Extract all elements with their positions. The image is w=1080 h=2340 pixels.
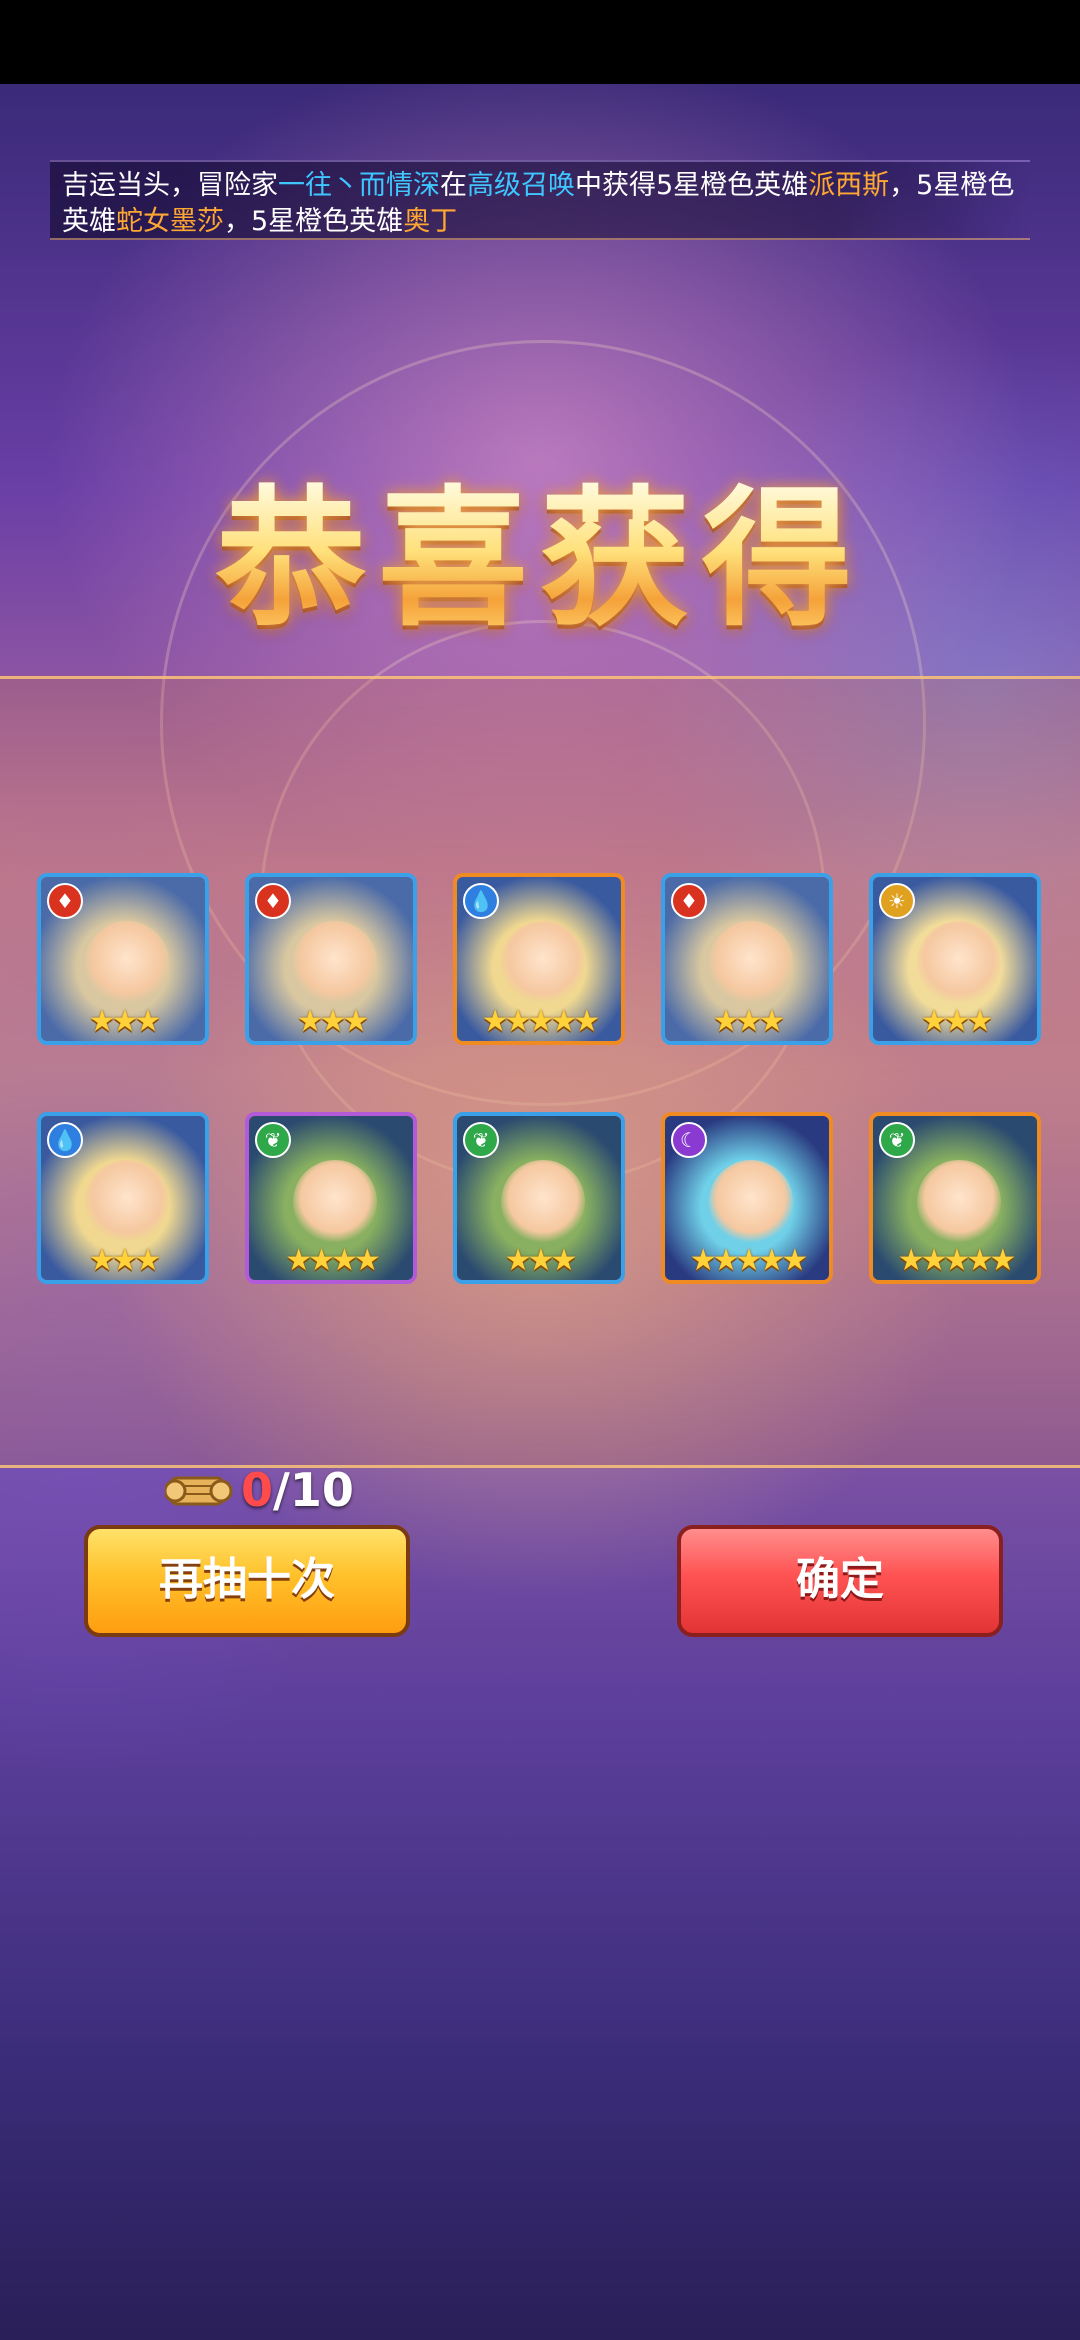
ticker-summon-type: 高级召唤 — [467, 170, 575, 201]
fire-element-icon: ♦ — [255, 883, 291, 919]
page-title: 恭喜获得 — [0, 480, 1080, 640]
status-bar — [0, 0, 1080, 84]
hero-face — [917, 1160, 1001, 1244]
ticker-text-2: 在 — [440, 170, 467, 201]
summon-ticket-icon — [165, 1476, 233, 1506]
fire-element-icon: ♦ — [671, 883, 707, 919]
ticker-hero-1: 派西斯 — [808, 170, 890, 201]
hero-card[interactable]: ♦ ★★★ — [37, 873, 209, 1045]
hero-face — [293, 1160, 377, 1244]
hero-card[interactable]: ☾ ★★★★★ — [661, 1112, 833, 1284]
hero-face — [85, 1160, 169, 1244]
hero-face — [501, 921, 585, 1005]
star-rating: ★★★ — [712, 1004, 786, 1039]
ticket-count-current: 0 — [241, 1463, 274, 1517]
reward-band — [0, 676, 1080, 1468]
hero-card[interactable]: ♦ ★★★ — [661, 873, 833, 1045]
hero-card[interactable]: ❦ ★★★★ — [245, 1112, 417, 1284]
nature-element-icon: ❦ — [463, 1122, 499, 1158]
ticket-count-total: /10 — [273, 1463, 354, 1517]
ticker-text-3: 中获得5星橙色英雄 — [575, 170, 809, 201]
hero-card[interactable]: 💧 ★★★ — [37, 1112, 209, 1284]
star-rating: ★★★★★ — [689, 1243, 808, 1278]
hero-face — [709, 1160, 793, 1244]
hero-card[interactable]: ❦ ★★★ — [453, 1112, 625, 1284]
ticker-text-1: 吉运当头，冒险家 — [62, 170, 278, 201]
ticker-hero-2: 蛇女墨莎 — [116, 206, 224, 237]
fire-element-icon: ♦ — [47, 883, 83, 919]
hero-face — [85, 921, 169, 1005]
nature-element-icon: ❦ — [879, 1122, 915, 1158]
star-rating: ★★★★ — [285, 1243, 381, 1278]
hero-card[interactable]: ♦ ★★★ — [245, 873, 417, 1045]
hero-card[interactable]: 💧 ★★★★★ — [453, 873, 625, 1045]
announcement-ticker: 吉运当头，冒险家一往丶而情深在高级召唤中获得5星橙色英雄派西斯 ，5星橙色英雄蛇女… — [50, 160, 1030, 240]
ticket-counter: 0/10 — [165, 1460, 354, 1520]
dark-element-icon: ☾ — [671, 1122, 707, 1158]
summon-again-button[interactable]: 再抽十次 — [84, 1525, 410, 1637]
hero-card[interactable]: ❦ ★★★★★ — [869, 1112, 1041, 1284]
hero-face — [709, 921, 793, 1005]
nature-element-icon: ❦ — [255, 1122, 291, 1158]
hero-face — [293, 921, 377, 1005]
ticker-player-name: 一往丶而情深 — [278, 170, 440, 201]
star-rating: ★★★★★ — [897, 1243, 1016, 1278]
star-rating: ★★★ — [920, 1004, 994, 1039]
star-rating: ★★★ — [296, 1004, 370, 1039]
star-rating: ★★★ — [88, 1004, 162, 1039]
ticket-count: 0/10 — [241, 1463, 354, 1517]
water-element-icon: 💧 — [47, 1122, 83, 1158]
ticker-text-5: ，5星橙色英雄 — [224, 206, 404, 237]
ticker-hero-3: 奥丁 — [403, 206, 458, 237]
hero-card[interactable]: ☀ ★★★ — [869, 873, 1041, 1045]
light-element-icon: ☀ — [879, 883, 915, 919]
star-rating: ★★★★★ — [481, 1004, 600, 1039]
star-rating: ★★★ — [504, 1243, 578, 1278]
hero-face — [917, 921, 1001, 1005]
hero-face — [501, 1160, 585, 1244]
confirm-button[interactable]: 确定 — [677, 1525, 1003, 1637]
star-rating: ★★★ — [88, 1243, 162, 1278]
water-element-icon: 💧 — [463, 883, 499, 919]
